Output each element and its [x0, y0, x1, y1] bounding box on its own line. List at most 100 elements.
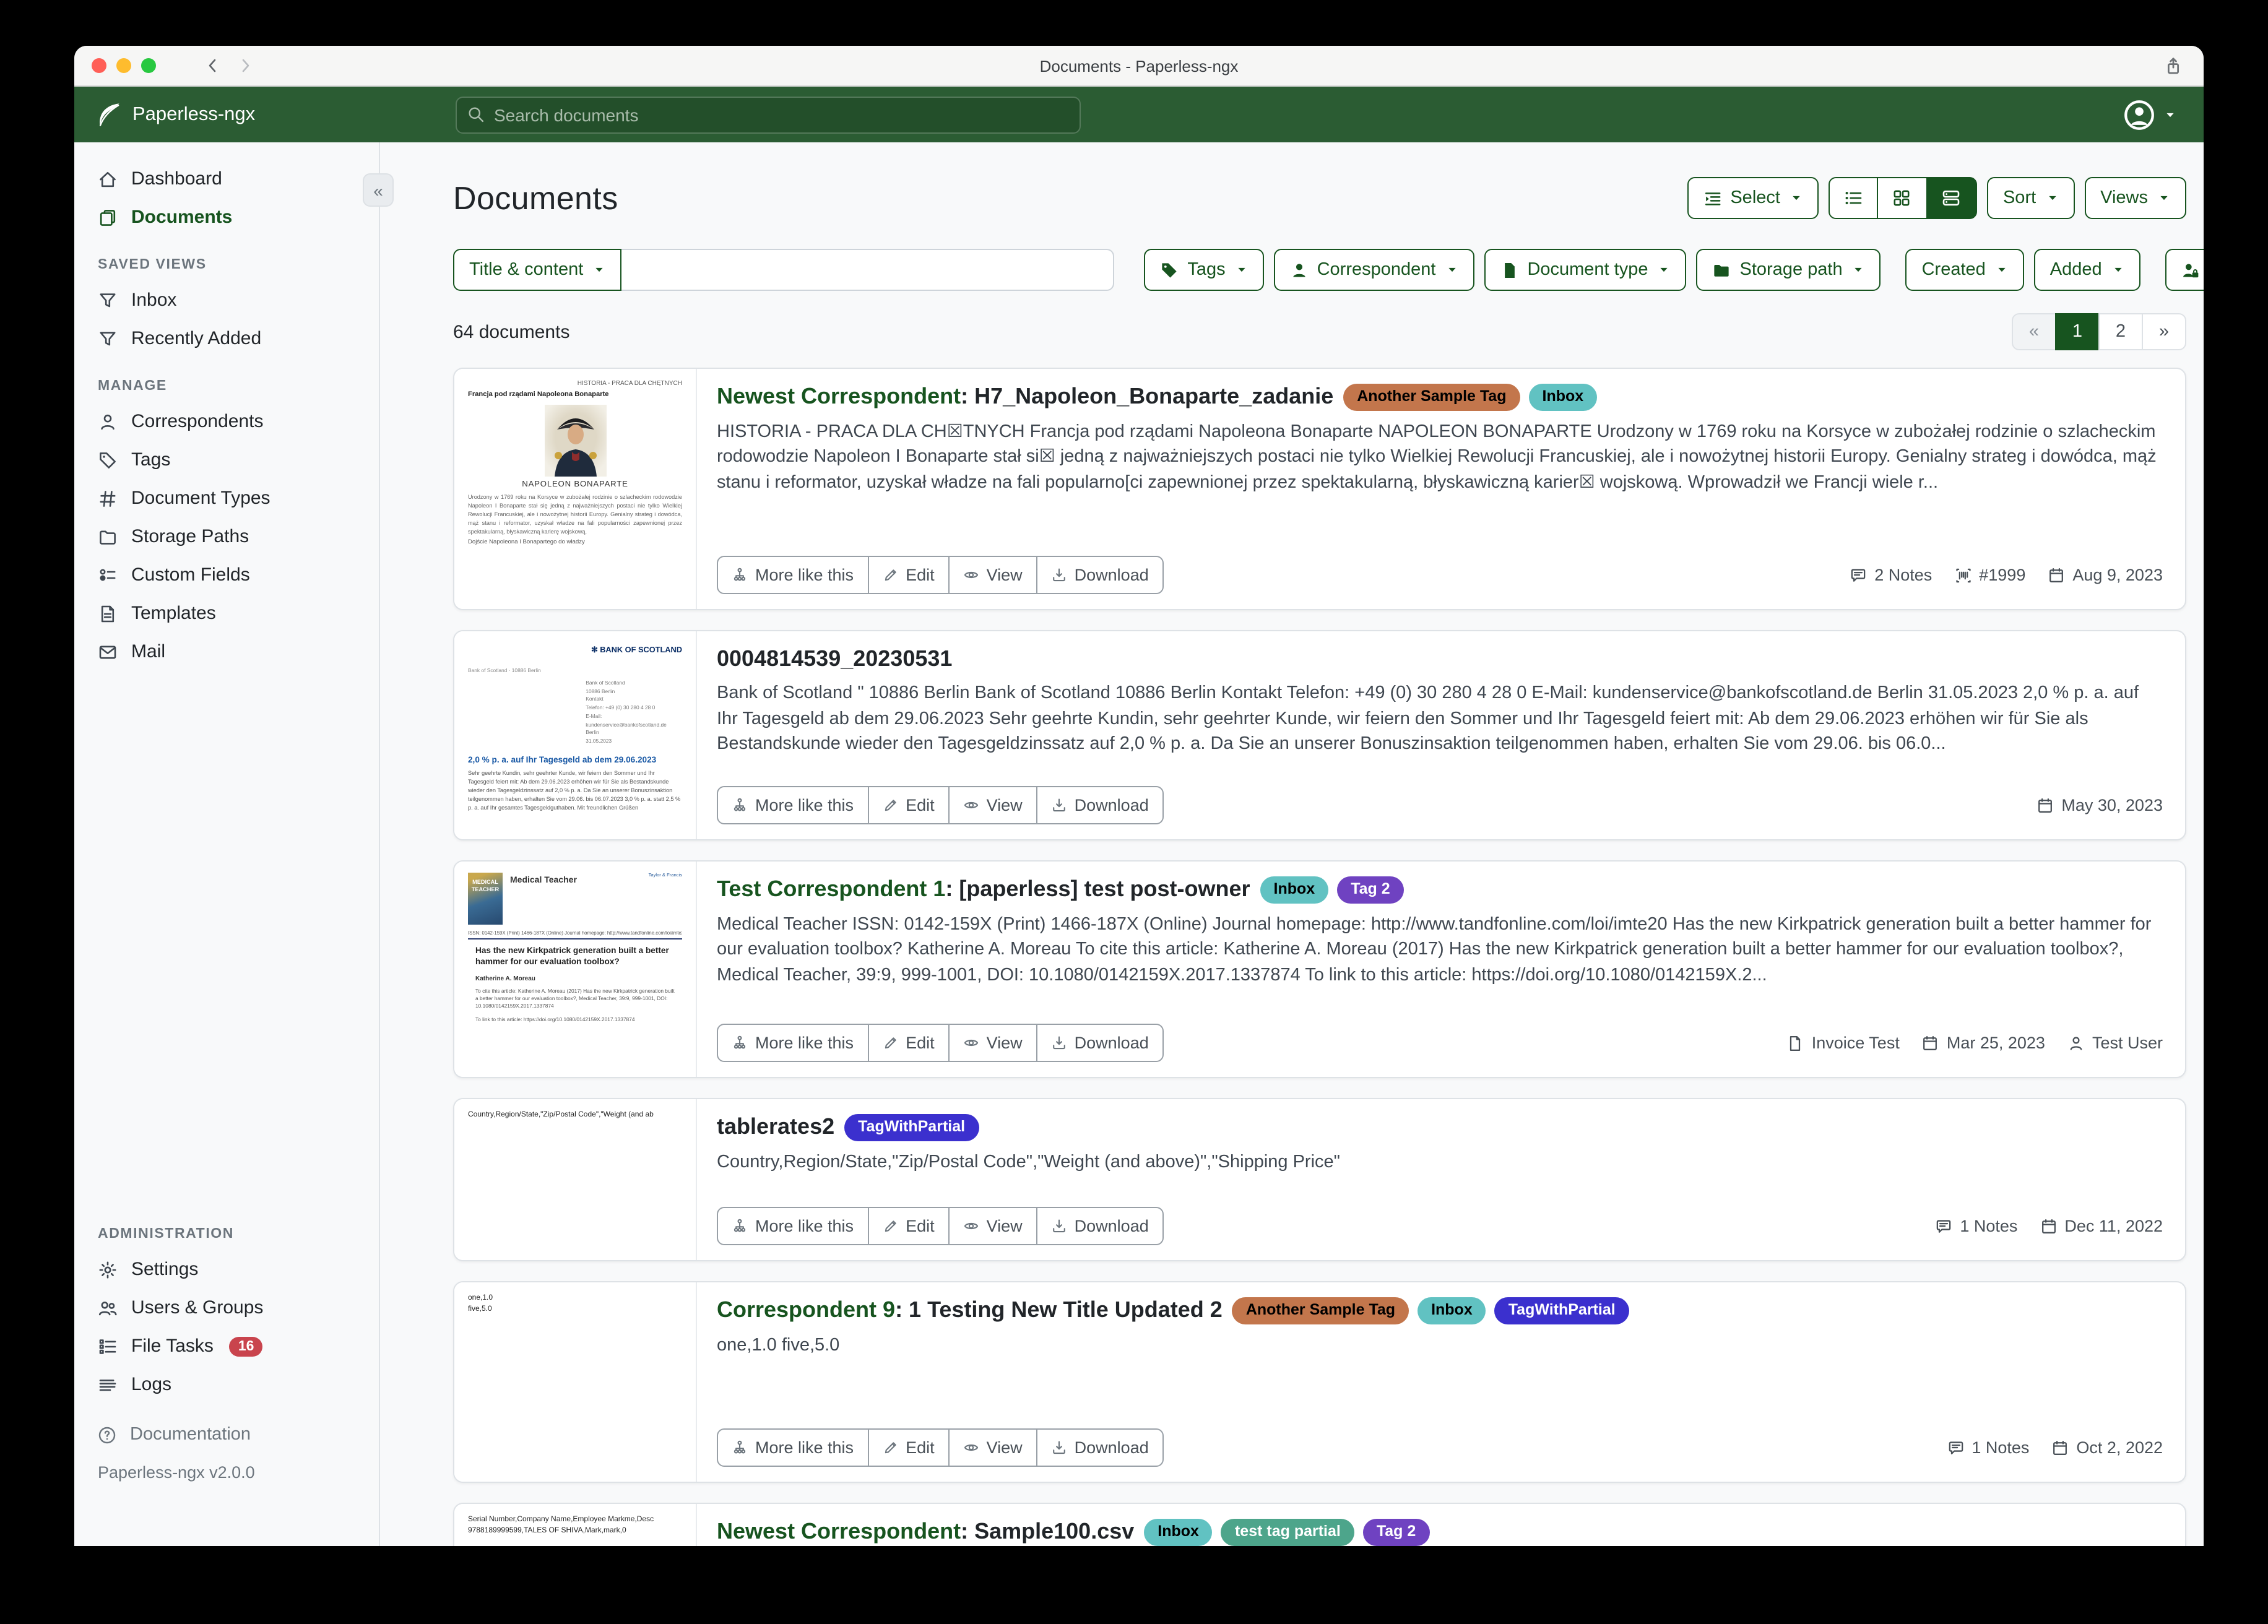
- document-correspondent-link[interactable]: Newest Correspondent: [717, 384, 961, 409]
- tag-tagwithpartial[interactable]: TagWithPartial: [844, 1114, 979, 1141]
- sort-button[interactable]: Sort: [1987, 177, 2074, 219]
- sidebar-item-tags[interactable]: Tags: [74, 441, 379, 479]
- document-title-link[interactable]: tablerates2: [717, 1115, 834, 1141]
- meta-user[interactable]: Test User: [2067, 1034, 2163, 1052]
- tag-another-sample-tag[interactable]: Another Sample Tag: [1343, 384, 1520, 411]
- permissions-filter-button[interactable]: Permissions: [2165, 249, 2204, 291]
- edit-button[interactable]: Edit: [867, 1207, 950, 1245]
- document-thumbnail[interactable]: ✻ BANK OF SCOTLANDBank of Scotland · 108…: [454, 631, 697, 839]
- user-menu[interactable]: [2123, 98, 2176, 131]
- views-button[interactable]: Views: [2084, 177, 2186, 219]
- more-like-this-button[interactable]: More like this: [717, 1024, 868, 1062]
- sidebar-item-storage-paths[interactable]: Storage Paths: [74, 517, 379, 556]
- sidebar-item-inbox[interactable]: Inbox: [74, 281, 379, 319]
- view-button[interactable]: View: [948, 1207, 1037, 1245]
- sidebar-item-correspondents[interactable]: Correspondents: [74, 402, 379, 441]
- more-like-this-button[interactable]: More like this: [717, 1428, 868, 1467]
- meta-notes[interactable]: 1 Notes: [1947, 1438, 2029, 1457]
- tag-tagwithpartial[interactable]: TagWithPartial: [1495, 1297, 1629, 1324]
- meta-calendar[interactable]: Oct 2, 2022: [2051, 1438, 2163, 1457]
- tag-inbox[interactable]: Inbox: [1418, 1297, 1486, 1324]
- sidebar-item-documentation[interactable]: Documentation: [74, 1416, 379, 1453]
- more-like-this-button[interactable]: More like this: [717, 1207, 868, 1245]
- share-icon[interactable]: [2163, 55, 2184, 76]
- meta-calendar[interactable]: May 30, 2023: [2036, 796, 2163, 814]
- meta-notes[interactable]: 1 Notes: [1935, 1217, 2017, 1235]
- view-button[interactable]: View: [948, 1024, 1037, 1062]
- document-type-filter-button[interactable]: Document type: [1484, 249, 1686, 291]
- title-content-dropdown[interactable]: Title & content: [453, 249, 621, 291]
- document-thumbnail[interactable]: HISTORIA - PRACA DLA CHĘTNYCHFrancja pod…: [454, 369, 697, 609]
- tag-test-tag-partial[interactable]: test tag partial: [1221, 1519, 1354, 1546]
- document-thumbnail[interactable]: Serial Number,Company Name,Employee Mark…: [454, 1504, 697, 1546]
- document-correspondent-link[interactable]: Correspondent 9: [717, 1298, 895, 1323]
- document-title-link[interactable]: Correspondent 9: 1 Testing New Title Upd…: [717, 1298, 1223, 1324]
- tag-inbox[interactable]: Inbox: [1260, 876, 1329, 904]
- meta-calendar[interactable]: Mar 25, 2023: [1922, 1034, 2045, 1052]
- view-button[interactable]: View: [948, 556, 1037, 594]
- view-mode-grid-button[interactable]: [1878, 177, 1928, 219]
- more-like-this-button[interactable]: More like this: [717, 556, 868, 594]
- document-correspondent-link[interactable]: Newest Correspondent: [717, 1519, 961, 1544]
- sidebar-item-dashboard[interactable]: Dashboard: [74, 160, 379, 198]
- correspondent-filter-button[interactable]: Correspondent: [1274, 249, 1474, 291]
- sidebar-item-file-tasks[interactable]: File Tasks 16: [74, 1327, 379, 1365]
- edit-button[interactable]: Edit: [867, 556, 950, 594]
- meta-doctype[interactable]: Invoice Test: [1787, 1034, 1900, 1052]
- download-button[interactable]: Download: [1036, 1428, 1164, 1467]
- pagination-prev[interactable]: «: [2012, 313, 2056, 350]
- created-filter-button[interactable]: Created: [1906, 249, 2024, 291]
- sidebar-item-mail[interactable]: Mail: [74, 633, 379, 671]
- pagination-page-2[interactable]: 2: [2098, 313, 2143, 350]
- sidebar-item-document-types[interactable]: Document Types: [74, 479, 379, 517]
- sidebar-collapse-button[interactable]: «: [363, 173, 394, 207]
- filter-text-input[interactable]: [621, 249, 1114, 291]
- download-button[interactable]: Download: [1036, 556, 1164, 594]
- storage-path-filter-button[interactable]: Storage path: [1697, 249, 1881, 291]
- added-filter-button[interactable]: Added: [2034, 249, 2140, 291]
- meta-notes[interactable]: 2 Notes: [1850, 566, 1932, 584]
- document-title-link[interactable]: Newest Correspondent: H7_Napoleon_Bonapa…: [717, 384, 1333, 410]
- edit-button[interactable]: Edit: [867, 786, 950, 824]
- meta-calendar[interactable]: Aug 9, 2023: [2048, 566, 2163, 584]
- caret-down-icon: [1445, 264, 1458, 276]
- edit-button[interactable]: Edit: [867, 1024, 950, 1062]
- sidebar-item-settings[interactable]: Settings: [74, 1250, 379, 1289]
- document-correspondent-link[interactable]: Test Correspondent 1: [717, 877, 945, 902]
- search-input[interactable]: [456, 96, 1081, 133]
- view-button[interactable]: View: [948, 1428, 1037, 1467]
- download-button[interactable]: Download: [1036, 786, 1164, 824]
- tag-tag-2[interactable]: Tag 2: [1337, 876, 1403, 904]
- sidebar-item-recently-added[interactable]: Recently Added: [74, 319, 379, 358]
- document-thumbnail[interactable]: Country,Region/State,"Zip/Postal Code","…: [454, 1099, 697, 1260]
- document-thumbnail[interactable]: one,1.0 five,5.0: [454, 1282, 697, 1482]
- more-like-this-button[interactable]: More like this: [717, 786, 868, 824]
- document-card: MEDICAL TEACHERMedical TeacherTaylor & F…: [453, 860, 2186, 1078]
- tag-another-sample-tag[interactable]: Another Sample Tag: [1232, 1297, 1409, 1324]
- meta-calendar[interactable]: Dec 11, 2022: [2040, 1217, 2163, 1235]
- download-button[interactable]: Download: [1036, 1207, 1164, 1245]
- document-title-link[interactable]: Test Correspondent 1: [paperless] test p…: [717, 877, 1250, 903]
- download-button[interactable]: Download: [1036, 1024, 1164, 1062]
- document-thumbnail[interactable]: MEDICAL TEACHERMedical TeacherTaylor & F…: [454, 862, 697, 1077]
- pagination-page-1[interactable]: 1: [2055, 313, 2100, 350]
- select-button[interactable]: Select: [1687, 177, 1819, 219]
- tags-filter-button[interactable]: Tags: [1144, 249, 1263, 291]
- tag-tag-2[interactable]: Tag 2: [1363, 1519, 1429, 1546]
- brand[interactable]: Paperless-ngx: [97, 102, 456, 127]
- document-title-link[interactable]: 0004814539_20230531: [717, 646, 952, 672]
- pagination-next[interactable]: »: [2142, 313, 2186, 350]
- tag-inbox[interactable]: Inbox: [1144, 1519, 1213, 1546]
- edit-button[interactable]: Edit: [867, 1428, 950, 1467]
- sidebar-item-custom-fields[interactable]: Custom Fields: [74, 556, 379, 594]
- meta-asn[interactable]: #1999: [1954, 566, 2025, 584]
- document-title-link[interactable]: Newest Correspondent: Sample100.csv: [717, 1519, 1134, 1545]
- sidebar-item-documents[interactable]: Documents: [74, 198, 379, 236]
- view-mode-detail-button[interactable]: [1928, 177, 1977, 219]
- sidebar-item-logs[interactable]: Logs: [74, 1365, 379, 1404]
- view-mode-list-button[interactable]: [1829, 177, 1878, 219]
- sidebar-item-templates[interactable]: Templates: [74, 594, 379, 633]
- view-button[interactable]: View: [948, 786, 1037, 824]
- tag-inbox[interactable]: Inbox: [1529, 384, 1598, 411]
- sidebar-item-users-groups[interactable]: Users & Groups: [74, 1289, 379, 1327]
